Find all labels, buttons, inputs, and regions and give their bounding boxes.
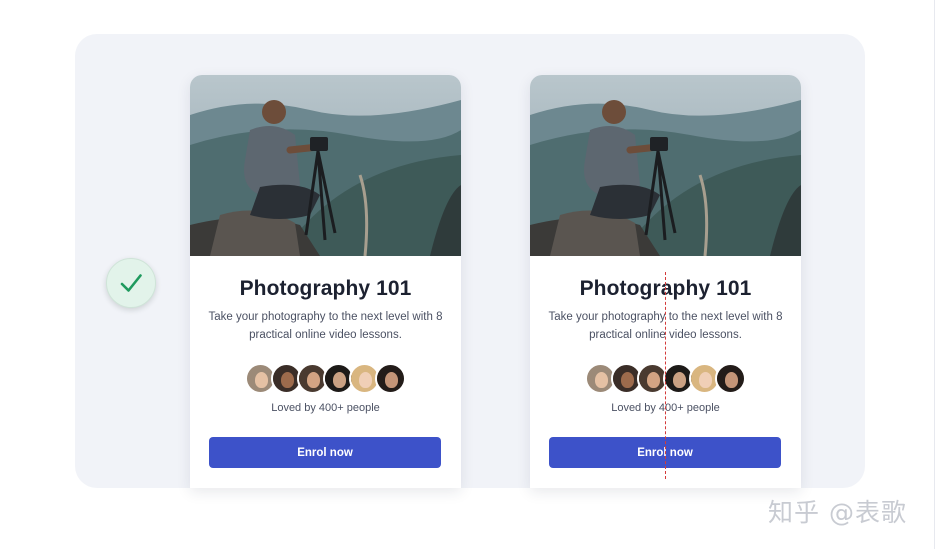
avatar [715,363,746,394]
watermark: 知乎 @表歌 [768,498,907,527]
course-photo [190,75,461,256]
course-photo [530,75,801,256]
avatar [375,363,406,394]
correct-badge [106,258,156,308]
social-proof-text: Loved by 400+ people [271,402,380,414]
center-alignment-guide [665,272,666,479]
course-card-good: Photography 101 Take your photography to… [190,75,461,488]
enrol-button[interactable]: Enrol now [209,437,441,468]
page-edge-divider [934,0,935,549]
check-icon [120,274,142,292]
card-title: Photography 101 [239,277,412,300]
avatar-stack [190,363,461,395]
card-description: Take your photography to the next level … [208,311,443,341]
